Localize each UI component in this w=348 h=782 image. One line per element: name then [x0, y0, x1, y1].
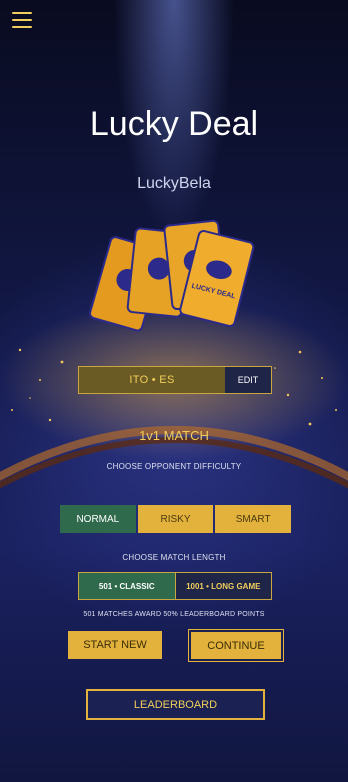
- language-pair-selector: ITO • ES EDIT: [78, 366, 272, 394]
- difficulty-option-smart[interactable]: SMART: [215, 505, 292, 533]
- menu-bar: [12, 12, 32, 14]
- hamburger-menu-icon[interactable]: [12, 12, 32, 28]
- menu-bar: [12, 19, 32, 21]
- match-length-caption: CHOOSE MATCH LENGTH: [122, 553, 226, 562]
- match-length-selector: 501 • CLASSIC 1001 • LONG GAME: [78, 572, 272, 600]
- difficulty-selector: NORMAL RISKY SMART: [60, 505, 292, 533]
- continue-button[interactable]: CONTINUE: [188, 629, 284, 662]
- start-new-button[interactable]: START NEW: [68, 631, 162, 659]
- difficulty-caption: CHOOSE OPPONENT DIFFICULTY: [106, 462, 242, 471]
- language-pair-label: ITO • ES: [79, 367, 225, 393]
- card-fan-illustration: LUCKY DEAL: [89, 219, 255, 332]
- difficulty-option-risky[interactable]: RISKY: [137, 505, 214, 533]
- leaderboard-button[interactable]: LEADERBOARD: [86, 689, 265, 720]
- match-length-option-501[interactable]: 501 • CLASSIC: [79, 573, 175, 599]
- difficulty-option-normal[interactable]: NORMAL: [60, 505, 136, 533]
- edit-language-button[interactable]: EDIT: [225, 367, 271, 393]
- menu-bar: [12, 26, 32, 28]
- leaderboard-points-note: 501 MATCHES AWARD 50% LEADERBOARD POINTS: [83, 611, 265, 618]
- match-length-option-1001[interactable]: 1001 • LONG GAME: [174, 573, 271, 599]
- match-mode-title: 1v1 MATCH: [139, 428, 209, 443]
- game-title: Lucky Deal: [89, 105, 259, 143]
- player-name: LuckyBela: [137, 175, 211, 192]
